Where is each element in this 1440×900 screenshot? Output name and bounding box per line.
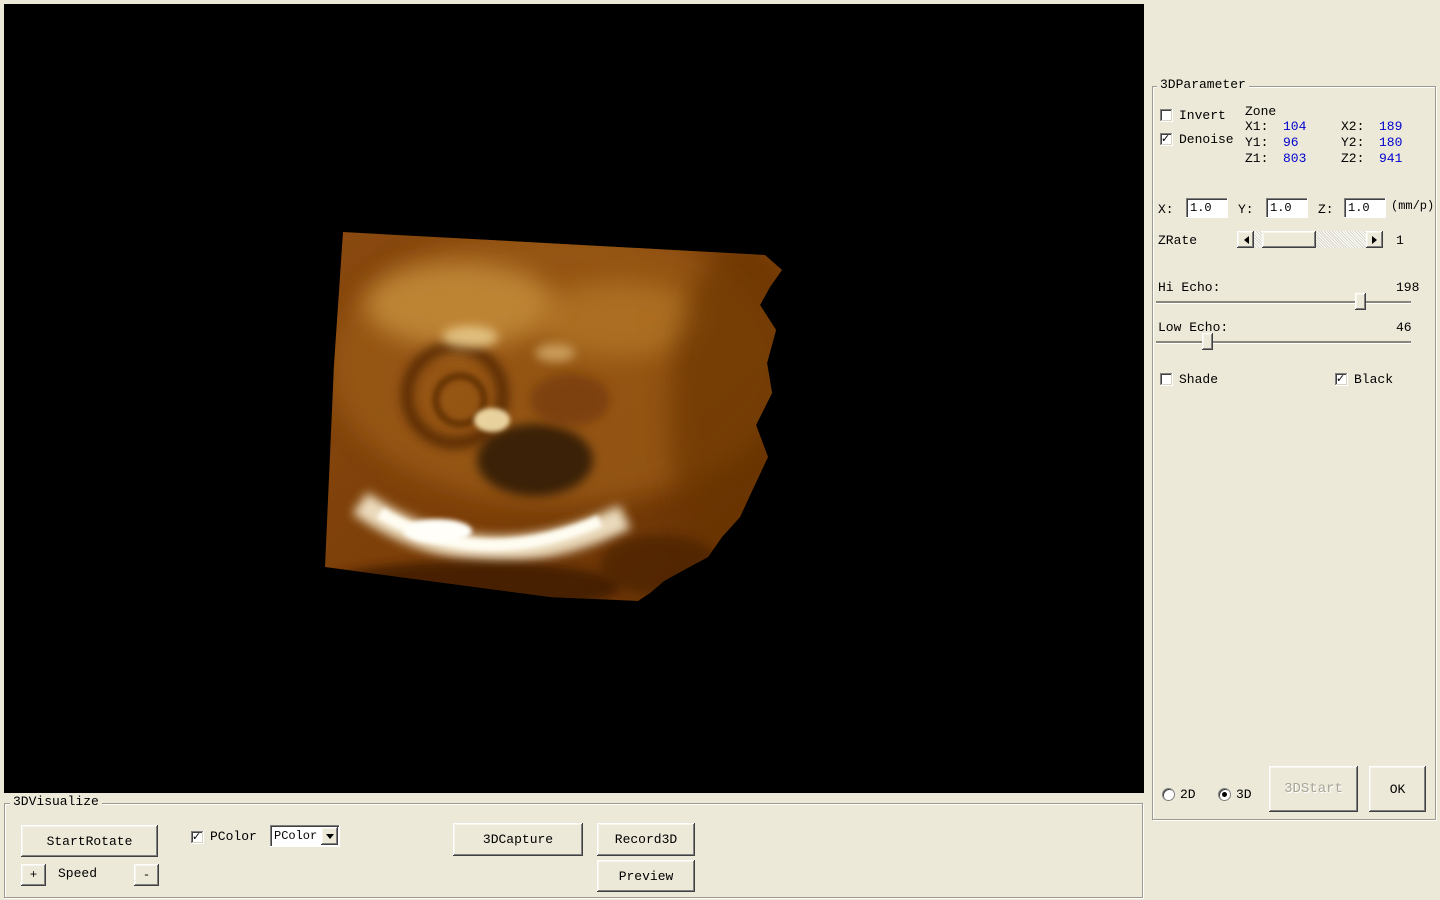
scale-z-input[interactable] bbox=[1344, 198, 1386, 218]
start-3d-button[interactable]: 3DStart bbox=[1269, 766, 1358, 812]
hi-echo-slider-thumb[interactable] bbox=[1355, 293, 1366, 310]
zrate-scrollbar-thumb[interactable] bbox=[1262, 231, 1316, 248]
invert-checkbox[interactable] bbox=[1160, 109, 1173, 122]
mode-3d-label: 3D bbox=[1236, 787, 1252, 802]
low-echo-slider-track[interactable] bbox=[1156, 341, 1411, 344]
zone-label: Zone bbox=[1245, 104, 1276, 119]
denoise-checkbox[interactable] bbox=[1160, 133, 1173, 146]
zone-y1-value: 96 bbox=[1283, 135, 1299, 150]
zone-z2-label: Z2: bbox=[1341, 151, 1364, 166]
hi-echo-slider-track[interactable] bbox=[1156, 301, 1411, 304]
zone-y2-label: Y2: bbox=[1341, 135, 1364, 150]
preview-button[interactable]: Preview bbox=[597, 860, 695, 892]
zrate-scrollbar[interactable] bbox=[1237, 231, 1383, 248]
dropdown-arrow-icon bbox=[326, 834, 334, 843]
scroll-right-icon bbox=[1372, 236, 1381, 244]
zone-x2-label: X2: bbox=[1341, 119, 1364, 134]
shade-label: Shade bbox=[1179, 372, 1218, 387]
invert-label: Invert bbox=[1179, 108, 1226, 123]
mode-2d-label: 2D bbox=[1180, 787, 1196, 802]
black-checkbox[interactable] bbox=[1335, 373, 1348, 386]
zone-x1-value: 104 bbox=[1283, 119, 1306, 134]
mode-2d-radio[interactable] bbox=[1162, 788, 1175, 801]
speed-minus-button[interactable]: - bbox=[134, 864, 159, 886]
pcolor-combobox-dropdown-button[interactable] bbox=[321, 827, 338, 845]
speed-label: Speed bbox=[58, 866, 97, 881]
scale-z-label: Z: bbox=[1318, 202, 1334, 217]
scale-x-input[interactable] bbox=[1186, 198, 1228, 218]
zone-x1-label: X1: bbox=[1245, 119, 1268, 134]
low-echo-slider[interactable] bbox=[1156, 333, 1411, 351]
capture-3d-button[interactable]: 3DCapture bbox=[453, 823, 583, 856]
zone-x2-value: 189 bbox=[1379, 119, 1402, 134]
zone-z1-value: 803 bbox=[1283, 151, 1306, 166]
zone-y2-value: 180 bbox=[1379, 135, 1402, 150]
zone-z2-value: 941 bbox=[1379, 151, 1402, 166]
pcolor-checkbox[interactable] bbox=[191, 831, 204, 844]
mode-3d-radio[interactable] bbox=[1218, 788, 1231, 801]
hi-echo-slider[interactable] bbox=[1156, 293, 1411, 311]
ultrasound-3d-render bbox=[320, 225, 800, 610]
zrate-scrollbar-track[interactable] bbox=[1254, 231, 1366, 248]
start-rotate-button[interactable]: StartRotate bbox=[21, 825, 158, 857]
scale-y-label: Y: bbox=[1238, 202, 1254, 217]
pcolor-combobox[interactable]: PColor bbox=[270, 825, 340, 847]
zrate-scroll-left-button[interactable] bbox=[1237, 231, 1254, 248]
pcolor-combobox-value: PColor bbox=[270, 829, 321, 843]
scale-x-label: X: bbox=[1158, 202, 1174, 217]
scale-y-input[interactable] bbox=[1266, 198, 1308, 218]
speed-plus-button[interactable]: + bbox=[21, 864, 46, 886]
pcolor-checkbox-label: PColor bbox=[210, 829, 257, 844]
zrate-value: 1 bbox=[1396, 233, 1404, 248]
zrate-label: ZRate bbox=[1158, 233, 1197, 248]
shade-checkbox[interactable] bbox=[1160, 373, 1173, 386]
parameter-group-title: 3DParameter bbox=[1157, 78, 1249, 92]
scroll-left-icon bbox=[1240, 236, 1249, 244]
denoise-label: Denoise bbox=[1179, 132, 1234, 147]
record-3d-button[interactable]: Record3D bbox=[597, 823, 695, 856]
zone-z1-label: Z1: bbox=[1245, 151, 1268, 166]
visualize-group-title: 3DVisualize bbox=[10, 795, 102, 809]
render-viewport[interactable] bbox=[4, 4, 1144, 793]
zone-y1-label: Y1: bbox=[1245, 135, 1268, 150]
zrate-scroll-right-button[interactable] bbox=[1366, 231, 1383, 248]
visualize-groupbox: 3DVisualize StartRotate PColor PColor 3D… bbox=[4, 803, 1143, 898]
black-label: Black bbox=[1354, 372, 1393, 387]
parameter-groupbox: 3DParameter Invert Denoise Zone X1: 104 … bbox=[1152, 86, 1436, 820]
ok-button[interactable]: OK bbox=[1369, 766, 1426, 812]
low-echo-slider-thumb[interactable] bbox=[1202, 333, 1213, 350]
scale-unit-label: (mm/p) bbox=[1391, 199, 1434, 214]
